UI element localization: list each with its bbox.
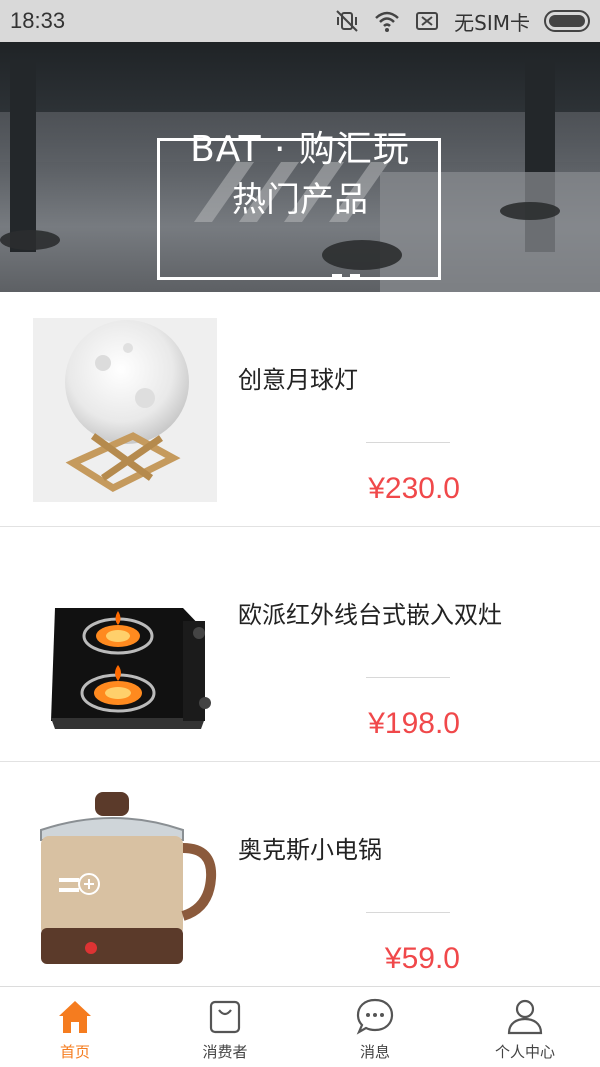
vibrate-off-icon	[334, 8, 360, 34]
user-icon	[504, 995, 546, 1037]
banner-subtitle: 热门产品	[232, 180, 368, 220]
bottom-tab-bar: 首页 消费者 消息 个人中心	[0, 986, 600, 1067]
chat-bubble-icon	[354, 995, 396, 1037]
tab-messages[interactable]: 消息	[300, 987, 450, 1067]
product-name: 奥克斯小电锅	[238, 836, 382, 864]
product-item[interactable]: 创意月球灯 ¥230.0	[0, 292, 600, 527]
divider	[366, 677, 450, 678]
status-icons: 无SIM卡	[334, 7, 590, 36]
sim-status-text: 无SIM卡	[454, 10, 530, 35]
product-price: ¥230.0	[368, 472, 460, 505]
banner-title: BAT · 购汇玩	[190, 129, 410, 170]
tab-label: 个人中心	[494, 1043, 555, 1061]
tab-label: 首页	[59, 1043, 90, 1061]
tab-label: 消息	[359, 1043, 390, 1061]
product-price: ¥59.0	[384, 942, 460, 975]
product-name: 欧派红外线台式嵌入双灶	[238, 601, 502, 629]
status-bar: 18:33 无SIM卡	[0, 0, 600, 42]
tab-label: 消费者	[202, 1043, 248, 1061]
tab-home[interactable]: 首页	[0, 987, 150, 1067]
product-item[interactable]: 奥克斯小电锅 ¥59.0	[0, 762, 600, 997]
battery-icon	[544, 10, 590, 32]
tab-consumer[interactable]: 消费者	[150, 987, 300, 1067]
product-image-gas-stove	[33, 553, 217, 737]
product-image-moon-lamp	[33, 318, 217, 502]
no-sim-icon	[414, 8, 440, 34]
divider	[366, 912, 450, 913]
status-time: 18:33	[10, 8, 66, 33]
home-icon	[54, 995, 96, 1037]
product-name: 创意月球灯	[238, 366, 358, 394]
hero-banner: BAT · 购汇玩 热门产品	[0, 42, 600, 292]
product-image-electric-pot	[33, 788, 217, 972]
wifi-icon	[374, 8, 400, 34]
product-list: 创意月球灯 ¥230.0 欧派红外线台式嵌入双灶 ¥198.0 奥克斯小电锅 ¥…	[0, 292, 600, 997]
product-item[interactable]: 欧派红外线台式嵌入双灶 ¥198.0	[0, 527, 600, 762]
shopping-bag-icon	[204, 995, 246, 1037]
product-price: ¥198.0	[368, 707, 460, 740]
tab-profile[interactable]: 个人中心	[450, 987, 600, 1067]
divider	[366, 442, 450, 443]
